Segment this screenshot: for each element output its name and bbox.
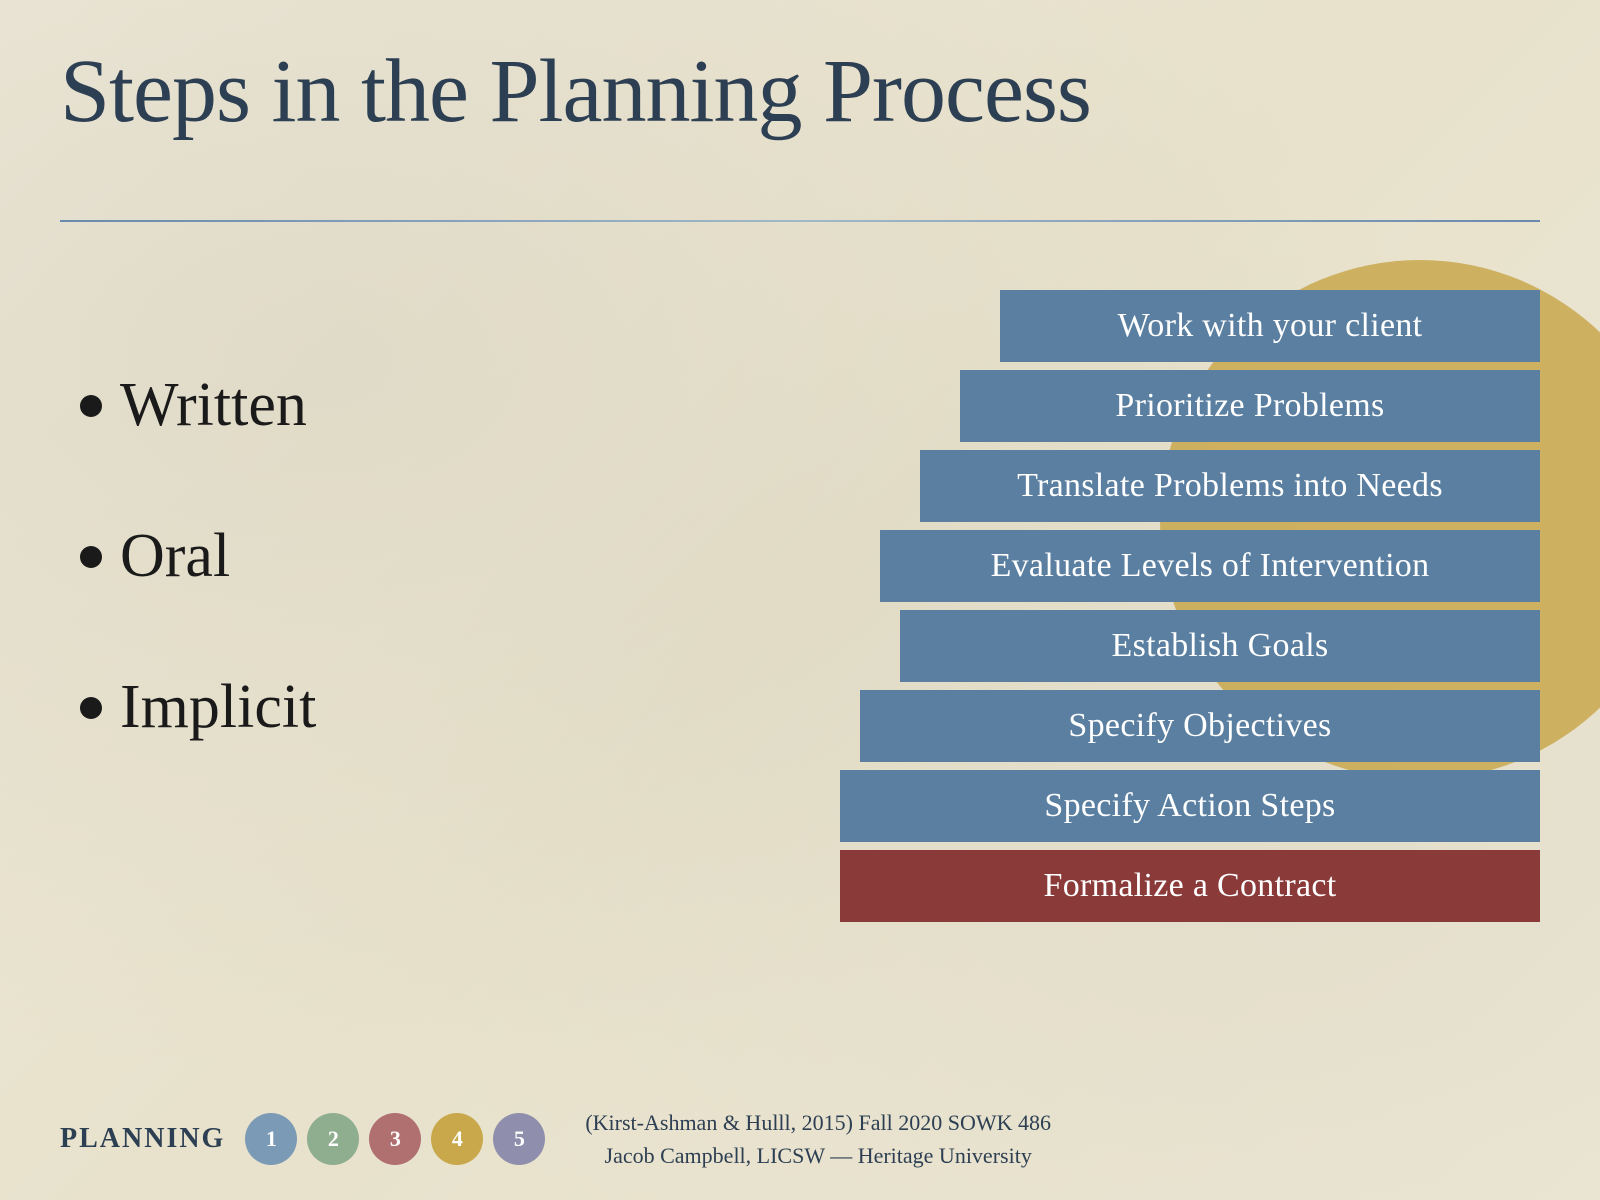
slide: Steps in the Planning Process Written Or…	[0, 0, 1600, 1200]
step-establish-goals: Establish Goals	[900, 610, 1540, 682]
step-specify-objectives: Specify Objectives	[860, 690, 1540, 762]
bullet-label-implicit: Implicit	[120, 672, 316, 743]
page-dot-5[interactable]: 5	[493, 1113, 545, 1165]
planning-label: PLANNING	[60, 1123, 225, 1155]
page-dots: 1 2 3 4 5	[245, 1113, 545, 1165]
step-work-with-client: Work with your client	[1000, 290, 1540, 362]
page-dot-2[interactable]: 2	[307, 1113, 359, 1165]
step-evaluate-levels: Evaluate Levels of Intervention	[880, 530, 1540, 602]
page-dot-1[interactable]: 1	[245, 1113, 297, 1165]
bullet-label-written: Written	[120, 370, 307, 441]
step-translate-problems: Translate Problems into Needs	[920, 450, 1540, 522]
step-formalize-contract: Formalize a Contract	[840, 850, 1540, 922]
bullet-item-written: Written	[80, 370, 316, 441]
footer-citation: (Kirst-Ashman & Hulll, 2015) Fall 2020 S…	[585, 1106, 1051, 1172]
step-specify-action-steps: Specify Action Steps	[840, 770, 1540, 842]
bullet-item-oral: Oral	[80, 521, 316, 592]
slide-title: Steps in the Planning Process	[60, 40, 1091, 143]
footer: PLANNING 1 2 3 4 5 (Kirst-Ashman & Hulll…	[0, 1106, 1600, 1172]
bullet-dot-oral	[80, 546, 102, 568]
bullet-dot-written	[80, 395, 102, 417]
steps-container: Work with your client Prioritize Problem…	[840, 290, 1540, 922]
divider	[60, 220, 1540, 222]
step-prioritize-problems: Prioritize Problems	[960, 370, 1540, 442]
bullet-list: Written Oral Implicit	[80, 370, 316, 743]
bullet-label-oral: Oral	[120, 521, 230, 592]
page-dot-3[interactable]: 3	[369, 1113, 421, 1165]
bullet-item-implicit: Implicit	[80, 672, 316, 743]
bullet-dot-implicit	[80, 697, 102, 719]
page-dot-4[interactable]: 4	[431, 1113, 483, 1165]
